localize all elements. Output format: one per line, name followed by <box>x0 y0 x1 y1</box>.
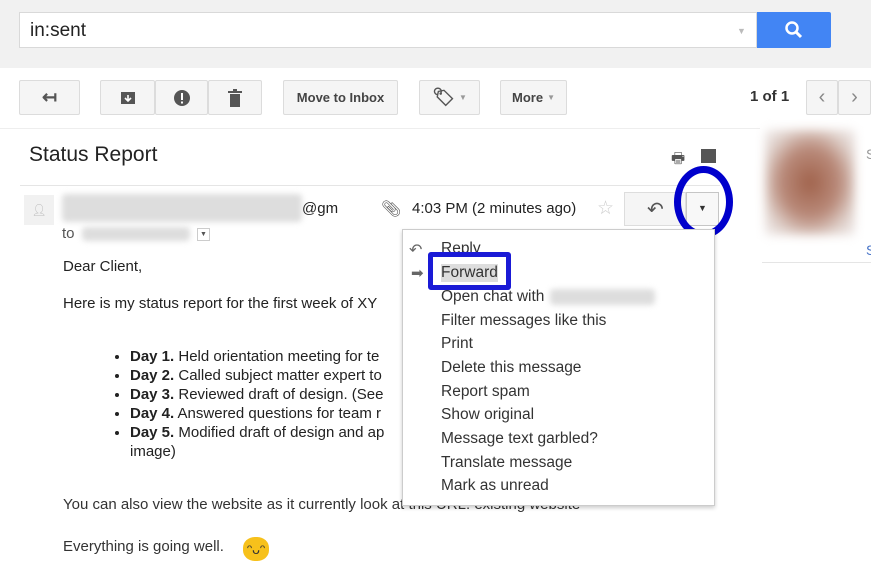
list-item: Day 4. Answered questions for team r <box>130 404 402 423</box>
list-item: Day 3. Reviewed draft of design. (See <box>130 385 402 404</box>
star-icon[interactable]: ☆ <box>597 197 614 220</box>
sender-avatar: 👤︎ <box>24 195 54 225</box>
back-button[interactable]: ↤ <box>19 80 80 115</box>
pagination-count: 1 of 1 <box>750 88 790 105</box>
archive-button[interactable] <box>100 80 155 115</box>
back-arrow-icon: ↤ <box>41 87 58 107</box>
divider <box>20 185 720 186</box>
chevron-down-icon: ▼ <box>547 93 555 102</box>
archive-icon <box>120 91 135 104</box>
sender-email-suffix: @gm <box>302 200 339 217</box>
list-item: Day 5. Modified draft of design and apim… <box>130 423 402 461</box>
menu-item-open-chat[interactable]: Open chat with <box>441 288 656 306</box>
list-item: Day 2. Called subject matter expert to <box>130 366 402 385</box>
reply-icon: ↶ <box>647 199 664 221</box>
search-options-icon[interactable]: ▼ <box>737 26 746 36</box>
highlight-box <box>428 252 511 290</box>
greeting: Dear Client, <box>63 258 143 275</box>
more-label: More <box>512 90 544 105</box>
search-icon <box>785 21 803 39</box>
move-to-inbox-button[interactable]: Move to Inbox <box>283 80 398 115</box>
menu-item-report-spam[interactable]: Report spam <box>441 383 530 401</box>
menu-item-mark-unread[interactable]: Mark as unread <box>441 477 549 495</box>
highlight-circle <box>674 166 733 238</box>
menu-item-text-garbled[interactable]: Message text garbled? <box>441 430 598 448</box>
labels-button[interactable]: 🏷︎ ▼ <box>419 80 480 115</box>
to-label: to <box>62 225 75 242</box>
chevron-left-icon: ‹ <box>818 86 826 108</box>
spam-icon <box>173 89 190 106</box>
contact-name-fragment: S <box>866 146 871 162</box>
contact-photo <box>765 130 855 235</box>
divider <box>762 262 871 263</box>
menu-item-translate[interactable]: Translate message <box>441 454 572 472</box>
delete-button[interactable] <box>208 80 262 115</box>
recipient-redacted <box>82 227 190 241</box>
search-button[interactable] <box>757 12 831 48</box>
divider <box>0 128 760 129</box>
menu-item-print[interactable]: Print <box>441 335 473 353</box>
contact-link-fragment[interactable]: S <box>866 242 871 258</box>
menu-item-filter[interactable]: Filter messages like this <box>441 312 606 330</box>
chevron-down-icon: ▼ <box>458 93 467 102</box>
page-title: Status Report <box>29 143 158 166</box>
smiley-emoji-icon: ᵔᴗᵔ <box>243 537 269 561</box>
message-time: 4:03 PM (2 minutes ago) <box>412 200 577 217</box>
new-window-icon[interactable] <box>701 149 716 163</box>
report-spam-button[interactable] <box>155 80 208 115</box>
closing-text: Everything is going well. <box>63 538 224 555</box>
trash-icon <box>228 88 242 107</box>
label-tag-icon: 🏷︎ <box>432 87 455 107</box>
intro-text: Here is my status report for the first w… <box>63 295 378 312</box>
search-input[interactable]: in:sent <box>19 12 757 48</box>
attachment-icon: 📎︎ <box>381 201 402 218</box>
menu-item-show-original[interactable]: Show original <box>441 406 534 424</box>
forward-arrow-icon: ➡ <box>411 265 424 282</box>
reply-icon: ↶ <box>409 242 423 259</box>
list-item: Day 1. Held orientation meeting for te <box>130 347 402 366</box>
older-button[interactable]: › <box>838 80 871 115</box>
newer-button[interactable]: ‹ <box>806 80 838 115</box>
more-button[interactable]: More ▼ <box>500 80 567 115</box>
menu-item-delete[interactable]: Delete this message <box>441 359 581 377</box>
chevron-right-icon: › <box>851 86 858 108</box>
print-icon[interactable]: 🖶 <box>671 148 685 173</box>
sender-name-redacted <box>62 194 302 222</box>
show-details-icon[interactable]: ▼ <box>197 228 210 241</box>
day-list: Day 1. Held orientation meeting for te D… <box>112 347 402 461</box>
